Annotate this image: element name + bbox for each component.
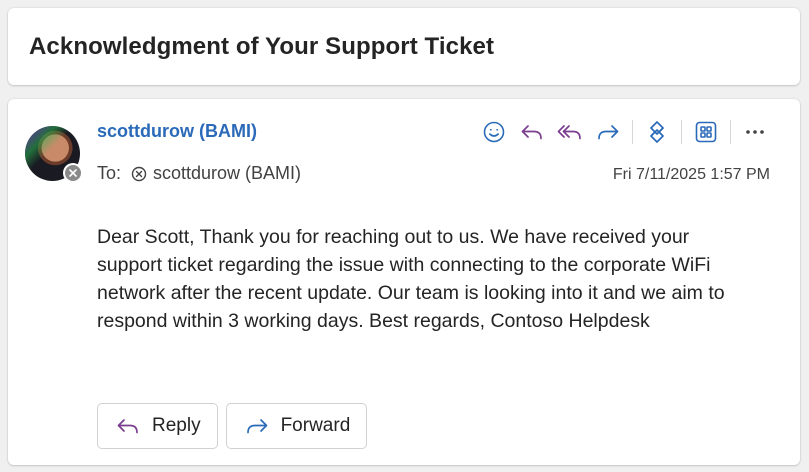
avatar[interactable] <box>25 126 83 183</box>
quick-actions: Reply Forward <box>97 403 368 449</box>
apps-button[interactable] <box>687 115 725 149</box>
forward-icon <box>598 125 619 140</box>
message-toolbar <box>475 115 774 149</box>
reply-action-label: Reply <box>152 415 201 436</box>
emoji-button[interactable] <box>475 115 513 149</box>
reply-all-icon <box>557 125 581 140</box>
message-card: scottdurow (BAMI) To: scottdurow (BAMI) … <box>8 99 800 465</box>
reply-action-button[interactable]: Reply <box>97 403 218 449</box>
forward-action-label: Forward <box>280 415 351 436</box>
emoji-icon <box>483 121 505 143</box>
recipient-name: scottdurow (BAMI) <box>153 163 302 183</box>
reply-button[interactable] <box>513 115 551 149</box>
toolbar-divider <box>681 120 682 144</box>
subject-header: Acknowledgment of Your Support Ticket <box>8 8 800 85</box>
recipient-chip[interactable]: scottdurow (BAMI) <box>131 163 301 184</box>
recipients-row: To: scottdurow (BAMI) <box>97 163 301 184</box>
reply-icon <box>117 419 138 434</box>
message-date: Fri 7/11/2025 1:57 PM <box>612 166 770 183</box>
subject-title: Acknowledgment of Your Support Ticket <box>29 32 495 60</box>
offline-icon <box>65 165 81 181</box>
offline-status-icon <box>131 166 147 181</box>
message-body: Dear Scott, Thank you for reaching out t… <box>97 226 725 332</box>
toolbar-divider <box>730 120 731 144</box>
apps-icon <box>695 121 717 143</box>
loop-button[interactable] <box>638 115 676 149</box>
reply-all-button[interactable] <box>551 115 589 149</box>
forward-icon <box>246 419 267 434</box>
to-label: To: <box>97 163 122 183</box>
loop-icon <box>650 121 664 143</box>
toolbar-divider <box>632 120 633 144</box>
forward-button[interactable] <box>589 115 627 149</box>
reply-icon <box>521 125 542 140</box>
sender-name[interactable]: scottdurow (BAMI) <box>97 121 257 142</box>
more-actions-button[interactable] <box>736 115 774 149</box>
presence-status <box>63 163 83 183</box>
forward-action-button[interactable]: Forward <box>225 403 368 449</box>
more-icon <box>746 130 764 134</box>
